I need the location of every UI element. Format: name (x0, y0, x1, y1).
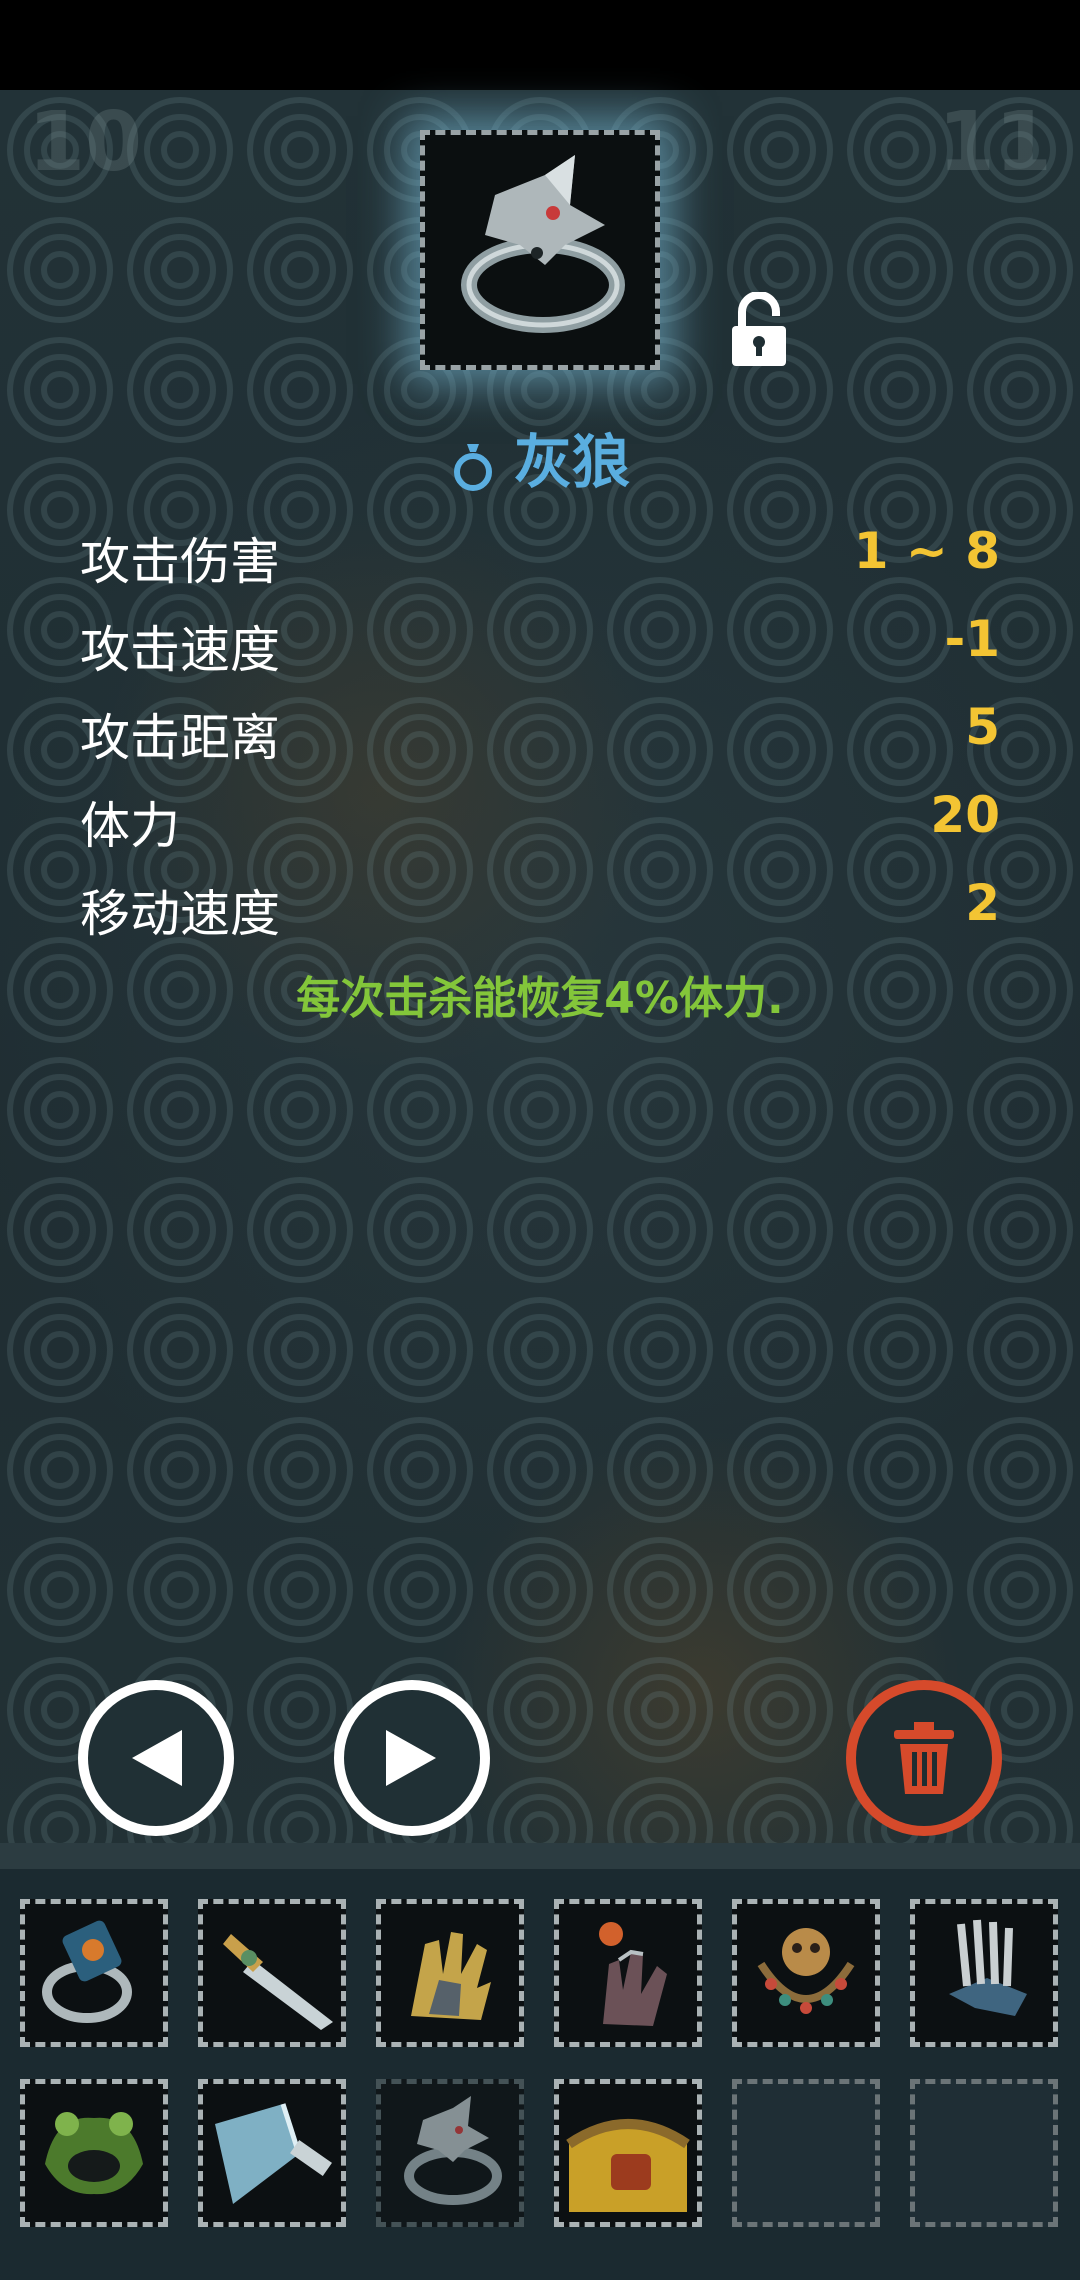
ring-orange-gem-icon (42, 1920, 132, 2023)
stat-row: 攻击距离 5 (80, 698, 1000, 778)
inventory-slot[interactable] (554, 2079, 702, 2227)
unlock-icon[interactable] (728, 292, 790, 368)
stat-label: 体力 (80, 797, 180, 855)
right-arrow-icon (386, 1730, 436, 1786)
stat-value: -1 (944, 610, 1000, 668)
stat-label: 攻击伤害 (80, 533, 280, 591)
trash-icon (894, 1722, 954, 1794)
stat-row: 移动速度 2 (80, 874, 1000, 954)
frog-amulet-icon (45, 2112, 143, 2195)
inventory-slot[interactable] (376, 1899, 524, 2047)
stat-value: 2 (965, 874, 1000, 932)
inventory-slot-selected[interactable] (376, 2079, 524, 2227)
dagger-icon (223, 1934, 333, 2030)
next-item-button[interactable] (334, 1680, 490, 1836)
stat-label: 攻击距离 (80, 709, 280, 767)
stat-row: 攻击伤害 1 ~ 8 (80, 522, 1000, 602)
ice-blade-icon (215, 2103, 332, 2204)
stat-value: 1 ~ 8 (853, 522, 1000, 580)
stat-label: 移动速度 (80, 885, 280, 943)
stat-row: 体力 20 (80, 786, 1000, 866)
gray-wolf-ring-icon (461, 155, 625, 333)
previous-item-button[interactable] (78, 1680, 234, 1836)
dark-claw-glove-icon (599, 1922, 667, 2026)
item-preview-frame (420, 130, 660, 370)
corner-number-left: 10 (28, 95, 143, 190)
stat-value: 20 (930, 786, 1000, 844)
gold-belt-icon (566, 2119, 690, 2212)
item-title: 灰狼 (0, 415, 1080, 499)
inventory-slot[interactable] (910, 1899, 1058, 2047)
left-arrow-icon (132, 1730, 182, 1786)
inventory-slot[interactable] (198, 2079, 346, 2227)
discard-item-button[interactable] (846, 1680, 1002, 1836)
stat-label: 攻击速度 (80, 621, 280, 679)
inventory-slot[interactable] (732, 1899, 880, 2047)
inventory-slot[interactable] (554, 1899, 702, 2047)
inventory-slot[interactable] (20, 1899, 168, 2047)
ring-type-icon (453, 443, 492, 491)
status-bar (0, 0, 1080, 90)
item-effect-text: 每次击杀能恢复4%体力. (296, 973, 784, 1024)
gold-gauntlet-icon (411, 1932, 491, 2020)
inventory-slot-empty[interactable] (910, 2079, 1058, 2227)
gray-wolf-ring-icon (404, 2096, 502, 2205)
bead-necklace-icon (757, 1928, 855, 2014)
stat-value: 5 (965, 698, 1000, 756)
inventory-divider (0, 1843, 1080, 1869)
item-name: 灰狼 (513, 428, 630, 496)
stat-row: 攻击速度 -1 (80, 610, 1000, 690)
inventory-slot[interactable] (198, 1899, 346, 2047)
inventory-panel (0, 1869, 1080, 2280)
claw-glove-icon (949, 1919, 1027, 2016)
inventory-slot-empty[interactable] (732, 2079, 880, 2227)
inventory-slot[interactable] (20, 2079, 168, 2227)
corner-number-right: 11 (937, 95, 1052, 190)
